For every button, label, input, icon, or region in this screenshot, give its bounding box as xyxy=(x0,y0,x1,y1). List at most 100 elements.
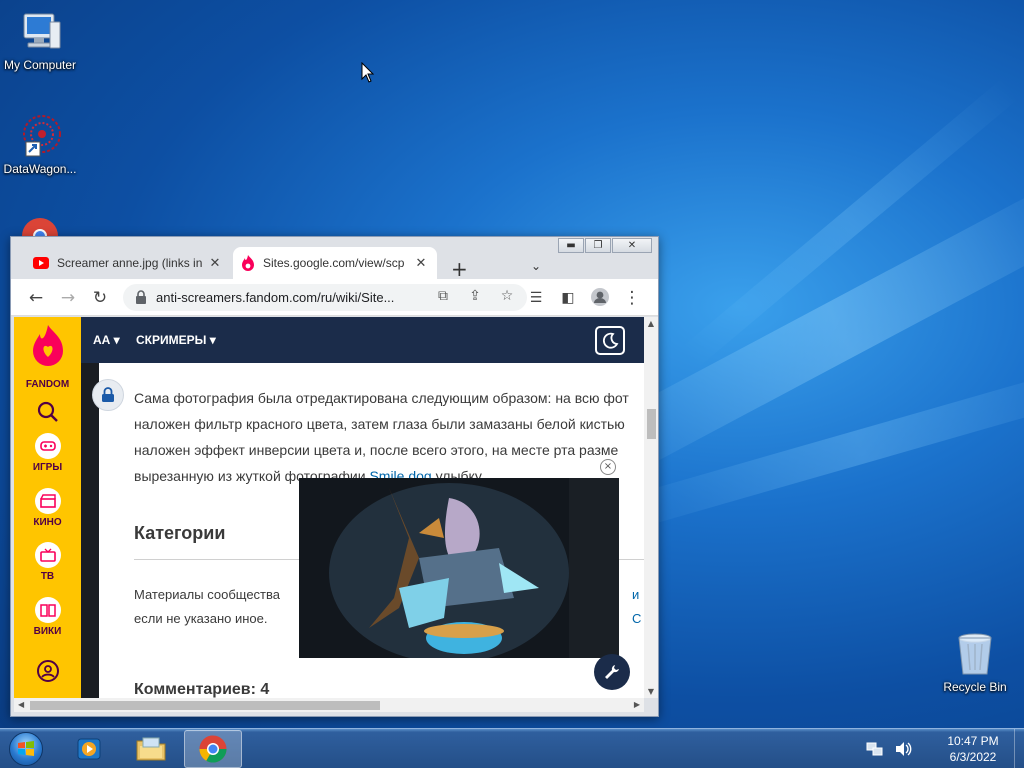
menu-dots-icon[interactable]: ⋮ xyxy=(621,287,643,309)
page-left-rail xyxy=(81,363,99,698)
share-icon[interactable]: ⇪ xyxy=(465,288,485,308)
chrome-window[interactable]: ▬ ❐ ✕ Screamer anne.jpg (links in ✕ Site… xyxy=(10,236,659,717)
side-panel-icon[interactable]: ◧ xyxy=(557,287,579,309)
youtube-icon xyxy=(33,257,49,269)
sidebar-item-label: ВИКИ xyxy=(33,626,62,637)
article-line: Сама фотография была отредактирована сле… xyxy=(134,390,629,406)
tab-screamer[interactable]: Screamer anne.jpg (links in ✕ xyxy=(25,247,231,279)
lock-icon xyxy=(102,387,114,402)
user-icon xyxy=(36,660,59,682)
recycle-bin-icon xyxy=(951,630,999,678)
comments-heading: Комментариев: 4 xyxy=(134,681,270,698)
system-tray xyxy=(866,741,912,757)
screamers-menu-button[interactable]: СКРИМЕРЫ ▾ xyxy=(136,333,216,347)
taskbar-chrome[interactable] xyxy=(184,730,242,768)
close-video-button[interactable]: × xyxy=(600,459,616,475)
clock[interactable]: 10:47 PM 6/3/2022 xyxy=(938,733,1008,765)
tab-title: Screamer anne.jpg (links in xyxy=(57,256,203,270)
desktop-icon-recycle-bin[interactable]: Recycle Bin xyxy=(935,630,1015,694)
taskbar: 10:47 PM 6/3/2022 xyxy=(0,728,1024,768)
book-icon xyxy=(34,597,61,623)
start-button[interactable] xyxy=(4,730,48,768)
scrollbar-thumb[interactable] xyxy=(30,701,380,710)
browser-toolbar: ← → ↻ anti-screamers.fandom.com/ru/wiki/… xyxy=(11,279,658,316)
reload-icon[interactable]: ↻ xyxy=(89,287,111,309)
vertical-scrollbar[interactable]: ▲ ▼ xyxy=(644,317,658,698)
protected-page-badge[interactable] xyxy=(92,379,124,411)
show-desktop-button[interactable] xyxy=(1014,729,1024,768)
scroll-up-arrow-icon[interactable]: ▲ xyxy=(644,319,658,328)
dark-mode-toggle[interactable] xyxy=(595,326,625,355)
tab-search-chevron-icon[interactable]: ⌄ xyxy=(531,259,541,273)
license-text: Материалы сообщества если не указано ино… xyxy=(134,583,280,631)
scroll-down-arrow-icon[interactable]: ▼ xyxy=(644,687,658,696)
media-queue-icon[interactable]: ☰ xyxy=(525,287,547,309)
sidebar-item-movies[interactable]: КИНО xyxy=(14,488,81,528)
article-line: наложен фильтр красного цвета, затем гла… xyxy=(134,416,625,432)
tools-button[interactable] xyxy=(594,654,630,690)
sidebar-item-account[interactable] xyxy=(14,659,81,687)
tv-icon xyxy=(34,542,61,568)
chrome-icon xyxy=(199,735,227,763)
file-explorer-icon xyxy=(136,737,166,761)
license-line: Материалы сообщества xyxy=(134,587,280,602)
wiki-menu-button[interactable]: АА ▾ xyxy=(93,333,120,347)
scrollbar-thumb[interactable] xyxy=(647,409,656,439)
desktop-icon-label: My Computer xyxy=(3,58,77,72)
taskbar-media-player[interactable] xyxy=(60,730,118,768)
desktop-icon-my-computer[interactable]: My Computer xyxy=(0,8,80,72)
categories-heading: Категории xyxy=(134,523,226,543)
page-viewport: FANDOM ИГРЫ КИНО ТВ ВИКИ АА ▾ СКРИМЕРЫ ▾… xyxy=(14,317,644,698)
sidebar-item-label: ИГРЫ xyxy=(32,462,63,473)
horizontal-scrollbar[interactable]: ◀ ▶ xyxy=(14,698,644,712)
tab-sites-google[interactable]: Sites.google.com/view/scp ✕ xyxy=(233,247,437,279)
desktop-icon-chrome-partial[interactable] xyxy=(20,216,60,236)
desktop-icon-datawagon[interactable]: DataWagon... xyxy=(0,112,80,176)
tab-strip: Screamer anne.jpg (links in ✕ Sites.goog… xyxy=(11,245,658,281)
moon-icon xyxy=(602,332,619,348)
datawagon-icon xyxy=(16,112,64,160)
fandom-logo-icon[interactable] xyxy=(31,325,65,369)
sidebar-item-tv[interactable]: ТВ xyxy=(14,542,81,582)
translate-icon[interactable]: ⧉ xyxy=(433,288,453,308)
sidebar-item-games[interactable]: ИГРЫ xyxy=(14,433,81,473)
forward-arrow-icon[interactable]: → xyxy=(57,287,79,309)
fandom-topbar: АА ▾ СКРИМЕРЫ ▾ xyxy=(81,317,644,363)
sidebar-item-wikis[interactable]: ВИКИ xyxy=(14,597,81,637)
search-icon xyxy=(37,401,58,422)
mouse-cursor xyxy=(361,62,375,83)
scroll-right-arrow-icon[interactable]: ▶ xyxy=(634,698,640,712)
address-bar[interactable]: anti-screamers.fandom.com/ru/wiki/Site..… xyxy=(123,284,527,311)
floating-video-player[interactable] xyxy=(299,478,619,658)
wiki-menu-label: АА xyxy=(93,333,111,347)
profile-icon[interactable] xyxy=(589,287,611,309)
sidebar-item-label: ТВ xyxy=(40,571,55,582)
screamers-menu-label: СКРИМЕРЫ xyxy=(136,333,207,347)
new-tab-button[interactable]: + xyxy=(451,257,468,281)
taskbar-file-explorer[interactable] xyxy=(122,730,180,768)
network-icon[interactable] xyxy=(866,741,884,757)
chrome-icon xyxy=(22,218,58,236)
windows-logo-icon xyxy=(9,732,43,766)
lock-icon[interactable] xyxy=(133,289,149,305)
sidebar-item-label: КИНО xyxy=(33,517,62,528)
desktop-icon-label: Recycle Bin xyxy=(943,680,1007,694)
back-arrow-icon[interactable]: ← xyxy=(25,287,47,309)
license-link[interactable]: и С xyxy=(632,583,644,631)
license-line: если не указано иное. xyxy=(134,611,268,626)
clapperboard-icon xyxy=(34,488,61,514)
address-text: anti-screamers.fandom.com/ru/wiki/Site..… xyxy=(156,290,395,305)
star-icon[interactable]: ☆ xyxy=(497,288,517,308)
tab-title: Sites.google.com/view/scp xyxy=(263,256,405,270)
article-line: наложен эффект инверсии цвета и, после в… xyxy=(134,442,619,458)
scroll-left-arrow-icon[interactable]: ◀ xyxy=(18,698,24,712)
wrench-icon xyxy=(605,665,619,679)
article-text: Сама фотография была отредактирована сле… xyxy=(134,385,644,489)
gamepad-icon xyxy=(34,433,61,459)
close-tab-icon[interactable]: ✕ xyxy=(207,255,223,271)
computer-icon xyxy=(16,8,64,56)
close-tab-icon[interactable]: ✕ xyxy=(413,255,429,271)
volume-icon[interactable] xyxy=(894,741,912,757)
sidebar-item-search[interactable] xyxy=(14,401,81,427)
fandom-icon xyxy=(242,255,254,271)
